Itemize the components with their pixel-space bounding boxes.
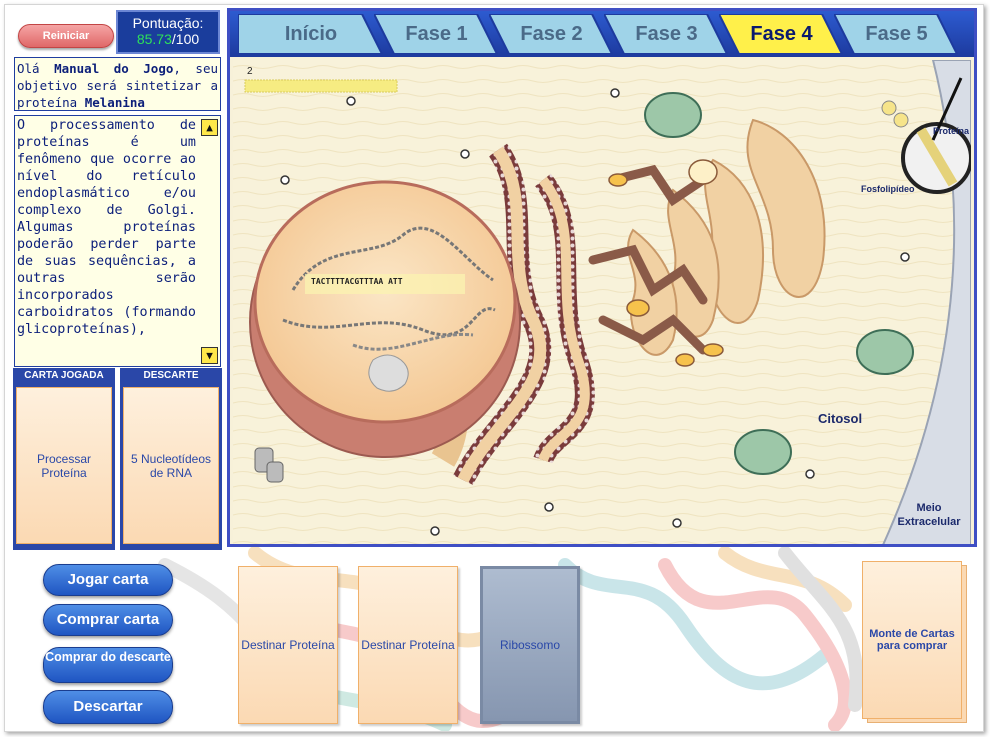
score-box: Pontuação: 85.73/100 xyxy=(116,10,220,54)
tab-fase-2[interactable]: Fase 2 xyxy=(489,14,614,54)
play-card-button[interactable]: Jogar carta xyxy=(43,564,173,596)
cytosol-label: Citosol xyxy=(818,411,862,426)
tab-label: Fase 2 xyxy=(520,23,583,45)
dna-sequence: TACTTTTACGTTTAA ATT xyxy=(311,277,403,286)
tab-fase-5[interactable]: Fase 5 xyxy=(834,14,959,54)
tab-label: Início xyxy=(284,23,338,45)
discard-slot: DESCARTE 5 Nucleotídeos de RNA xyxy=(120,368,222,550)
played-card-slot: CARTA JOGADA Processar Proteína xyxy=(13,368,115,550)
game-window: Reiniciar Pontuação: 85.73/100 Olá Manua… xyxy=(4,4,984,732)
game-board: Início Fase 1 Fase 2 Fase 3 Fase 4 Fase 5 xyxy=(227,8,977,547)
tab-fase-3[interactable]: Fase 3 xyxy=(604,14,729,54)
intro-greeting: Olá xyxy=(17,61,55,76)
phase-tabs: Início Fase 1 Fase 2 Fase 3 Fase 4 Fase 5 xyxy=(230,11,974,57)
player-name: Manual do Jogo xyxy=(54,61,174,76)
buy-card-button[interactable]: Comprar carta xyxy=(43,604,173,636)
tab-inicio[interactable]: Início xyxy=(238,14,384,54)
tab-fase-1[interactable]: Fase 1 xyxy=(374,14,499,54)
discard-button[interactable]: Descartar xyxy=(43,690,173,724)
restart-button[interactable]: Reiniciar xyxy=(18,24,114,48)
score-max: /100 xyxy=(171,31,200,47)
hand-card[interactable]: Destinar Proteína xyxy=(238,566,338,724)
info-panel: O processamento de proteínas é um fenôme… xyxy=(14,115,221,367)
tab-label: Fase 5 xyxy=(865,23,928,45)
nucleus: TACTTTTACGTTTAA ATT xyxy=(249,180,521,458)
discard-card[interactable]: 5 Nucleotídeos de RNA xyxy=(123,387,219,544)
discard-title: DESCARTE xyxy=(143,370,199,381)
tab-label: Fase 4 xyxy=(750,23,813,45)
mrna-strand xyxy=(244,79,398,93)
buy-from-discard-button[interactable]: Comprar do descarte xyxy=(43,647,173,683)
tab-label: Fase 1 xyxy=(405,23,468,45)
played-card-title: CARTA JOGADA xyxy=(24,370,104,381)
info-text: O processamento de proteínas é um fenôme… xyxy=(17,118,196,337)
score-label: Pontuação: xyxy=(132,15,204,31)
protein-label: Proteína xyxy=(933,126,970,136)
hand-card[interactable]: Destinar Proteína xyxy=(358,566,458,724)
cell-scene: 2 TACTTTTACGTTTAA ATT Proteína Fosfolipí… xyxy=(233,60,971,544)
scroll-up-button[interactable]: ▲ xyxy=(201,119,218,136)
target-protein: Melanina xyxy=(84,95,145,110)
strand-number: 2 xyxy=(247,66,253,77)
scroll-down-button[interactable]: ▼ xyxy=(201,347,218,364)
hand-card-selected[interactable]: Ribossomo xyxy=(480,566,580,724)
score-readout: 85.73/100 xyxy=(118,31,218,47)
score-value: 85.73 xyxy=(136,31,172,47)
intro-message: Olá Manual do Jogo, seu objetivo será si… xyxy=(14,57,221,111)
tab-fase-4[interactable]: Fase 4 xyxy=(719,14,844,54)
draw-deck[interactable]: Monte de Cartas para comprar xyxy=(862,561,962,719)
played-card: Processar Proteína xyxy=(16,387,112,544)
phospholipid-label: Fosfolipídeo xyxy=(861,184,915,194)
tab-label: Fase 3 xyxy=(635,23,698,45)
